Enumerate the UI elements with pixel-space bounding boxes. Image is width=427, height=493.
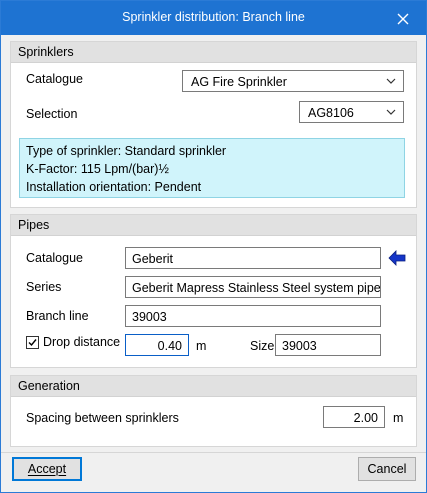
accept-label: Accept [27, 462, 67, 476]
checkmark-icon [28, 339, 37, 347]
spacing-unit: m [393, 411, 404, 425]
pipe-catalogue-field[interactable]: Geberit [125, 247, 381, 269]
info-type: Type of sprinkler: Standard sprinkler [26, 144, 227, 158]
selection-select[interactable]: AG8106 [299, 101, 404, 123]
drop-distance-field[interactable]: 0.40 [125, 334, 189, 356]
pipe-catalogue-label: Catalogue [26, 251, 83, 265]
chevron-down-icon [386, 109, 396, 115]
drop-distance-label: Drop distance [43, 335, 121, 349]
sprinklers-section: Sprinklers Catalogue AG Fire Sprinkler S… [10, 41, 417, 208]
generation-header: Generation [11, 376, 416, 397]
selection-value: AG8106 [308, 106, 354, 120]
generation-section: Generation Spacing between sprinklers 2.… [10, 375, 417, 447]
accept-button[interactable]: Accept [12, 457, 82, 481]
spacing-label: Spacing between sprinklers [26, 411, 179, 425]
window-title: Sprinkler distribution: Branch line [122, 10, 305, 24]
selection-label: Selection [26, 107, 78, 121]
info-kfactor: K-Factor: 115 Lpm/(bar)½ [26, 162, 169, 176]
series-value: Geberit Mapress Stainless Steel system p… [132, 281, 381, 295]
branch-line-label: Branch line [26, 309, 89, 323]
spacing-value: 2.00 [353, 411, 378, 425]
pipe-catalogue-value: Geberit [132, 252, 173, 266]
drop-distance-value: 0.40 [157, 339, 182, 353]
cancel-button[interactable]: Cancel [358, 457, 416, 481]
sprinkler-catalogue-select[interactable]: AG Fire Sprinkler [182, 70, 404, 92]
sprinkler-info-panel: Type of sprinkler: Standard sprinkler K-… [19, 138, 405, 198]
sprinklers-header: Sprinklers [11, 42, 416, 63]
series-field[interactable]: Geberit Mapress Stainless Steel system p… [125, 276, 381, 298]
size-field[interactable]: 39003 [275, 334, 381, 356]
branch-line-field[interactable]: 39003 [125, 305, 381, 327]
arrow-left-icon[interactable] [386, 247, 408, 269]
size-value: 39003 [282, 339, 317, 353]
footer-divider [1, 452, 426, 453]
title-bar[interactable]: Sprinkler distribution: Branch line [1, 1, 426, 35]
close-button[interactable] [380, 1, 426, 35]
cancel-label: Cancel [367, 462, 407, 476]
info-orientation: Installation orientation: Pendent [26, 180, 202, 194]
pipes-header: Pipes [11, 215, 416, 236]
dialog-window: Sprinkler distribution: Branch line Spri… [0, 0, 427, 493]
sprinkler-catalogue-label: Catalogue [26, 72, 83, 86]
branch-line-value: 39003 [132, 310, 167, 324]
spacing-field[interactable]: 2.00 [323, 406, 385, 428]
size-label: Size [250, 339, 275, 353]
close-icon [397, 13, 409, 25]
drop-distance-checkbox[interactable] [26, 336, 39, 349]
sprinkler-catalogue-value: AG Fire Sprinkler [191, 75, 287, 89]
pipes-section: Pipes Catalogue Geberit Series Geberit M… [10, 214, 417, 368]
series-label: Series [26, 280, 62, 294]
chevron-down-icon [386, 78, 396, 84]
drop-distance-unit: m [196, 339, 207, 353]
